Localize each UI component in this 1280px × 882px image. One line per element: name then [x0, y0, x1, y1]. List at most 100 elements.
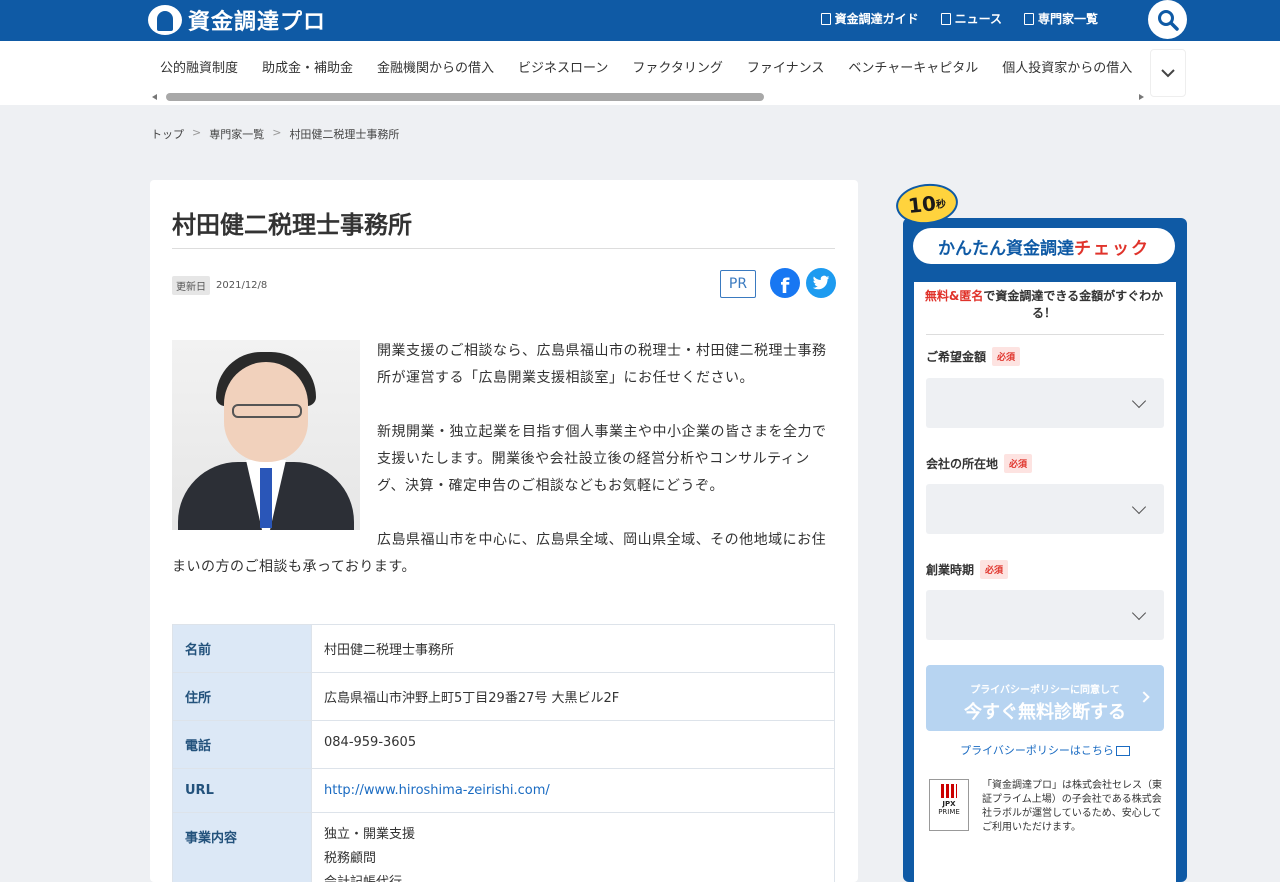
intro-paragraph: 広島県福山市を中心に、広島県全域、岡山県全域、その他地域にお住まいの方のご相談も…	[172, 532, 827, 575]
external-window-icon	[1115, 746, 1130, 756]
person-card-icon	[1023, 12, 1034, 25]
category-expand-button[interactable]	[1150, 49, 1186, 97]
news-icon	[940, 12, 951, 25]
widget-title-main: かんたん資金調達	[938, 238, 1074, 259]
category-link[interactable]: 個人投資家からの借入	[990, 53, 1144, 80]
top-nav: 資金調達ガイド ニュース 専門家一覧	[820, 10, 1098, 27]
diagnose-submit-button[interactable]: プライバシーポリシーに同意して 今すぐ無料診断する	[926, 665, 1164, 731]
category-list: 公的融資制度 助成金・補助金 金融機関からの借入 ビジネスローン ファクタリング…	[148, 53, 1150, 80]
facebook-share-button[interactable]: f	[770, 268, 800, 298]
updated-date: 2021/12/8	[216, 280, 268, 291]
jpx-label: JPX	[942, 800, 956, 808]
field-label-text: 会社の所在地	[926, 457, 999, 471]
breadcrumb-current: 村田健二税理士事務所	[289, 128, 400, 141]
category-link[interactable]: 公的融資制度	[148, 53, 250, 80]
privacy-link-text: プライバシーポリシーはこちら	[960, 744, 1114, 757]
nav-news-label: ニュース	[954, 12, 1002, 26]
category-link[interactable]: ビジネスローン	[506, 53, 620, 80]
table-row: 住所 広島県福山市沖野上町5丁目29番27号 大黒ビル2F	[172, 672, 835, 721]
nav-guide-link[interactable]: 資金調達ガイド	[820, 10, 919, 27]
jpx-prime-logo: JPX PRIME	[929, 779, 969, 831]
category-link[interactable]: ベンチャーキャピタル	[836, 53, 990, 80]
info-value: 村田健二税理士事務所	[311, 624, 835, 673]
required-badge: 必須	[1004, 454, 1033, 473]
chevron-down-icon	[1131, 393, 1147, 409]
breadcrumb-separator: >	[192, 126, 202, 139]
scrollbar-thumb[interactable]	[166, 93, 764, 101]
info-key: 名前	[172, 624, 312, 673]
breadcrumb-separator: >	[272, 126, 282, 139]
info-value: 広島県福山市沖野上町5丁目29番27号 大黒ビル2F	[311, 672, 835, 721]
table-row: 名前 村田健二税理士事務所	[172, 624, 835, 673]
nav-news-link[interactable]: ニュース	[940, 10, 1002, 27]
twitter-share-button[interactable]	[806, 268, 836, 298]
profile-info-table: 名前 村田健二税理士事務所 住所 広島県福山市沖野上町5丁目29番27号 大黒ビ…	[172, 624, 835, 882]
search-button[interactable]	[1148, 0, 1187, 39]
required-badge: 必須	[980, 560, 1009, 579]
logo-text: 資金調達プロ	[188, 10, 327, 35]
required-badge: 必須	[992, 347, 1021, 366]
scroll-right-icon[interactable]	[1139, 94, 1144, 100]
table-row: URL http://www.hiroshima-zeirishi.com/	[172, 768, 835, 813]
widget-title-accent: チェック	[1074, 238, 1150, 259]
twitter-icon	[812, 275, 830, 290]
title-divider	[172, 248, 835, 249]
jpx-mark-icon	[941, 784, 957, 798]
intro-text: 開業支援のご相談なら、広島県福山市の税理士・村田健二税理士事務所が運営する「広島…	[172, 338, 835, 608]
info-value: 独立・開業支援 税務顧問 会計記帳代行	[311, 812, 835, 882]
site-logo[interactable]: 資金調達プロ	[148, 4, 326, 36]
top-header: 資金調達プロ 資金調達ガイド ニュース 専門家一覧	[0, 0, 1280, 41]
badge-number: 10	[906, 191, 938, 218]
widget-lead-accent: 無料&匿名	[924, 289, 984, 303]
website-link[interactable]: http://www.hiroshima-zeirishi.com/	[324, 783, 550, 798]
location-select[interactable]	[926, 484, 1164, 534]
nav-experts-label: 専門家一覧	[1037, 12, 1098, 26]
table-row: 電話 084-959-3605	[172, 720, 835, 769]
search-icon	[1157, 9, 1179, 31]
info-key: 住所	[172, 672, 312, 721]
submit-subtext: プライバシーポリシーに同意して	[970, 685, 1120, 696]
privacy-policy-link[interactable]: プライバシーポリシーはこちら	[926, 742, 1164, 758]
info-value: http://www.hiroshima-zeirishi.com/	[311, 768, 835, 813]
logo-mascot-icon	[148, 5, 182, 35]
amount-select[interactable]	[926, 378, 1164, 428]
table-row: 事業内容 独立・開業支援 税務顧問 会計記帳代行	[172, 812, 835, 882]
update-info: 更新日 2021/12/8	[172, 276, 267, 295]
page-title: 村田健二税理士事務所	[172, 211, 412, 239]
widget-lead: 無料&匿名で資金調達できる金額がすぐわかる！	[916, 288, 1172, 322]
breadcrumb-experts[interactable]: 専門家一覧	[209, 126, 264, 142]
nav-experts-link[interactable]: 専門家一覧	[1023, 10, 1098, 27]
intro-paragraph: 新規開業・独立起業を目指す個人事業主や中小企業の皆さまを全力で支援いたします。開…	[377, 424, 827, 494]
breadcrumb-home[interactable]: トップ	[151, 126, 184, 142]
info-key: URL	[172, 768, 312, 813]
jpx-sub: PRIME	[938, 808, 960, 816]
field-label-amount: ご希望金額 必須	[926, 347, 1021, 366]
category-scrollbar[interactable]	[152, 92, 1144, 102]
category-link[interactable]: ファイナンス	[735, 53, 836, 80]
scroll-left-icon[interactable]	[152, 94, 157, 100]
business-item: 税務顧問	[324, 851, 377, 866]
business-item: 独立・開業支援	[324, 827, 416, 842]
business-item: 会計記帳代行	[324, 871, 822, 882]
pr-badge: PR	[720, 270, 756, 298]
chevron-down-icon	[1131, 499, 1147, 515]
chevron-down-icon	[1161, 69, 1175, 78]
field-label-text: ご希望金額	[926, 350, 987, 364]
info-value: 084-959-3605	[311, 720, 835, 769]
facebook-icon: f	[780, 274, 790, 298]
field-label-text: 創業時期	[926, 563, 975, 577]
nav-guide-label: 資金調達ガイド	[834, 12, 919, 26]
category-link[interactable]: 助成金・補助金	[250, 53, 365, 80]
chevron-down-icon	[1131, 605, 1147, 621]
profile-card: 村田健二税理士事務所 更新日 2021/12/8 PR f 開業支援のご相談なら…	[150, 180, 858, 882]
info-key: 電話	[172, 720, 312, 769]
category-link[interactable]: ファクタリング	[620, 53, 734, 80]
bookmark-icon	[820, 12, 831, 25]
badge-unit: 秒	[935, 198, 947, 211]
founding-select[interactable]	[926, 590, 1164, 640]
updated-label: 更新日	[172, 276, 210, 295]
breadcrumb: トップ > 専門家一覧 > 村田健二税理士事務所	[151, 126, 399, 142]
company-note: 「資金調達プロ」は株式会社セレス（東証プライム上場）の子会社である株式会社ラボル…	[982, 780, 1162, 833]
category-link[interactable]: 金融機関からの借入	[365, 53, 506, 80]
info-key: 事業内容	[172, 812, 312, 882]
